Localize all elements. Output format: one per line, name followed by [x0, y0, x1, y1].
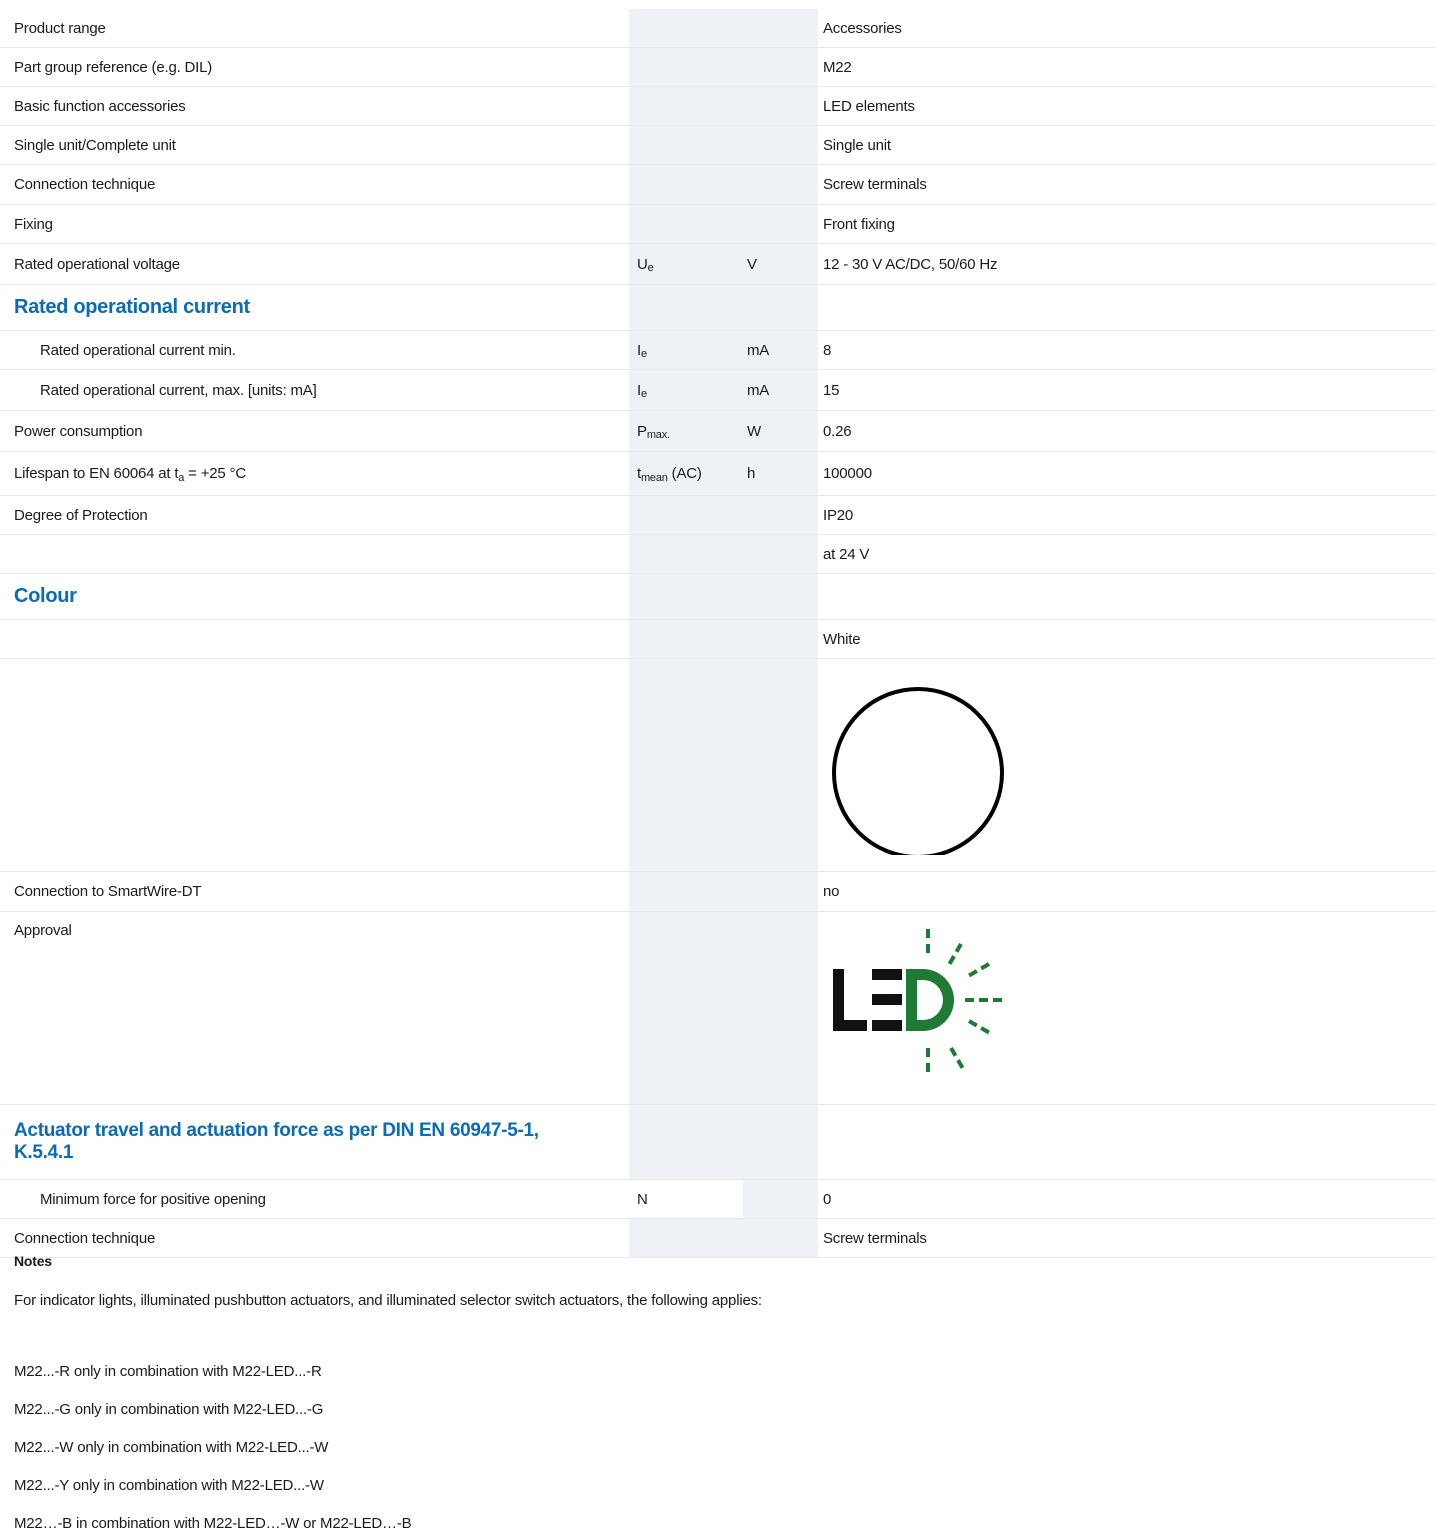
row-fixing: Fixing Front fixing — [0, 205, 1435, 244]
row-value: IP20 — [823, 506, 854, 524]
row-min-force: Minimum force for positive opening N 0 — [0, 1180, 1435, 1219]
row-value: no — [823, 883, 840, 900]
row-label: Rated operational current min. — [40, 341, 236, 359]
row-approval: Approval — [0, 912, 1435, 1105]
row-value: 12 - 30 V AC/DC, 50/60 Hz — [823, 255, 998, 273]
notes-line: M22...-G only in combination with M22-LE… — [14, 1401, 324, 1418]
row-value: at 24 V — [823, 545, 870, 563]
row-smartwire: Connection to SmartWire-DT no — [0, 872, 1435, 912]
row-unit: V — [743, 244, 818, 284]
row-rated-voltage: Rated operational voltage Ue V 12 - 30 V… — [0, 244, 1435, 285]
notes-line: M22…-B in combination with M22-LED…-W or… — [14, 1515, 412, 1532]
section-heading: Rated operational current — [14, 296, 250, 318]
row-label: Lifespan to EN 60064 at ta = +25 °C — [14, 465, 246, 484]
row-single-unit: Single unit/Complete unit Single unit — [0, 126, 1435, 165]
row-value: 8 — [823, 341, 832, 359]
row-label: Single unit/Complete unit — [14, 136, 176, 154]
row-value: Accessories — [823, 19, 902, 37]
notes-intro: For indicator lights, illuminated pushbu… — [14, 1292, 762, 1309]
row-symbol: N — [629, 1180, 743, 1218]
row-label: Rated operational current, max. [units: … — [40, 381, 317, 399]
row-label: Connection technique — [14, 176, 156, 193]
notes-line: M22...-W only in combination with M22-LE… — [14, 1439, 329, 1456]
row-label: Rated operational voltage — [14, 255, 180, 273]
row-label: Connection to SmartWire-DT — [14, 883, 202, 900]
row-value: Screw terminals — [823, 1229, 927, 1247]
row-value: M22 — [823, 58, 852, 76]
row-at-24v: at 24 V — [0, 535, 1435, 574]
row-basic-function: Basic function accessories LED elements — [0, 87, 1435, 126]
row-symbol: Ie — [629, 370, 743, 410]
row-label: Product range — [14, 19, 106, 37]
row-value: Single unit — [823, 136, 891, 154]
row-value: LED elements — [823, 97, 915, 115]
heading-colour: Colour — [0, 574, 1435, 620]
row-value: White — [823, 630, 861, 648]
row-rated-current-min: Rated operational current min. Ie mA 8 — [0, 331, 1435, 370]
section-heading: Actuator travel and actuation force as p… — [14, 1120, 539, 1163]
notes-line: M22...-Y only in combination with M22-LE… — [14, 1477, 324, 1494]
heading-actuator: Actuator travel and actuation force as p… — [0, 1105, 1435, 1180]
notes-line: M22...-R only in combination with M22-LE… — [14, 1363, 322, 1380]
row-connection-technique: Connection technique Screw terminals — [0, 165, 1435, 205]
row-label: Connection technique — [14, 1229, 156, 1247]
row-value: 0 — [823, 1190, 832, 1208]
row-label: Part group reference (e.g. DIL) — [14, 58, 213, 76]
notes-title: Notes — [14, 1253, 52, 1269]
row-value: 100000 — [823, 465, 872, 482]
row-power-consumption: Power consumption Pmax. W 0.26 — [0, 411, 1435, 452]
row-product-range: Product range Accessories — [0, 9, 1435, 48]
row-colour-swatch — [0, 659, 1435, 872]
row-lifespan: Lifespan to EN 60064 at ta = +25 °C t mea… — [0, 452, 1435, 496]
spec-table: Product range Accessories Part group ref… — [0, 9, 1435, 1258]
heading-rated-current: Rated operational current — [0, 285, 1435, 331]
row-connection-technique-2: Connection technique Screw terminals — [0, 1219, 1435, 1258]
white-circle-icon — [832, 687, 1004, 855]
row-label: Basic function accessories — [14, 97, 186, 115]
row-value: 15 — [823, 381, 840, 399]
row-rated-current-max: Rated operational current, max. [units: … — [0, 370, 1435, 411]
row-label: Degree of Protection — [14, 506, 148, 524]
row-symbol: Ie — [629, 331, 743, 369]
row-degree-protection: Degree of Protection IP20 — [0, 496, 1435, 535]
row-label: Minimum force for positive opening — [40, 1190, 266, 1208]
row-symbol: Pmax. — [629, 411, 743, 451]
section-heading: Colour — [14, 585, 77, 607]
row-value: Front fixing — [823, 215, 895, 233]
row-unit: h — [743, 452, 818, 495]
led-logo-icon — [833, 929, 1002, 1072]
row-colour-value: White — [0, 620, 1435, 659]
row-label: Fixing — [14, 215, 53, 233]
row-value: Screw terminals — [823, 176, 927, 193]
row-symbol: t mean (AC) — [629, 452, 743, 495]
row-symbol: Ue — [629, 244, 743, 284]
row-unit: mA — [743, 370, 818, 410]
row-unit: W — [743, 411, 818, 451]
row-label: Power consumption — [14, 422, 143, 440]
row-part-group: Part group reference (e.g. DIL) M22 — [0, 48, 1435, 87]
row-value: 0.26 — [823, 422, 852, 440]
datasheet-page: Product range Accessories Part group ref… — [0, 0, 1435, 1540]
row-unit: mA — [743, 331, 818, 369]
row-label: Approval — [14, 922, 72, 939]
